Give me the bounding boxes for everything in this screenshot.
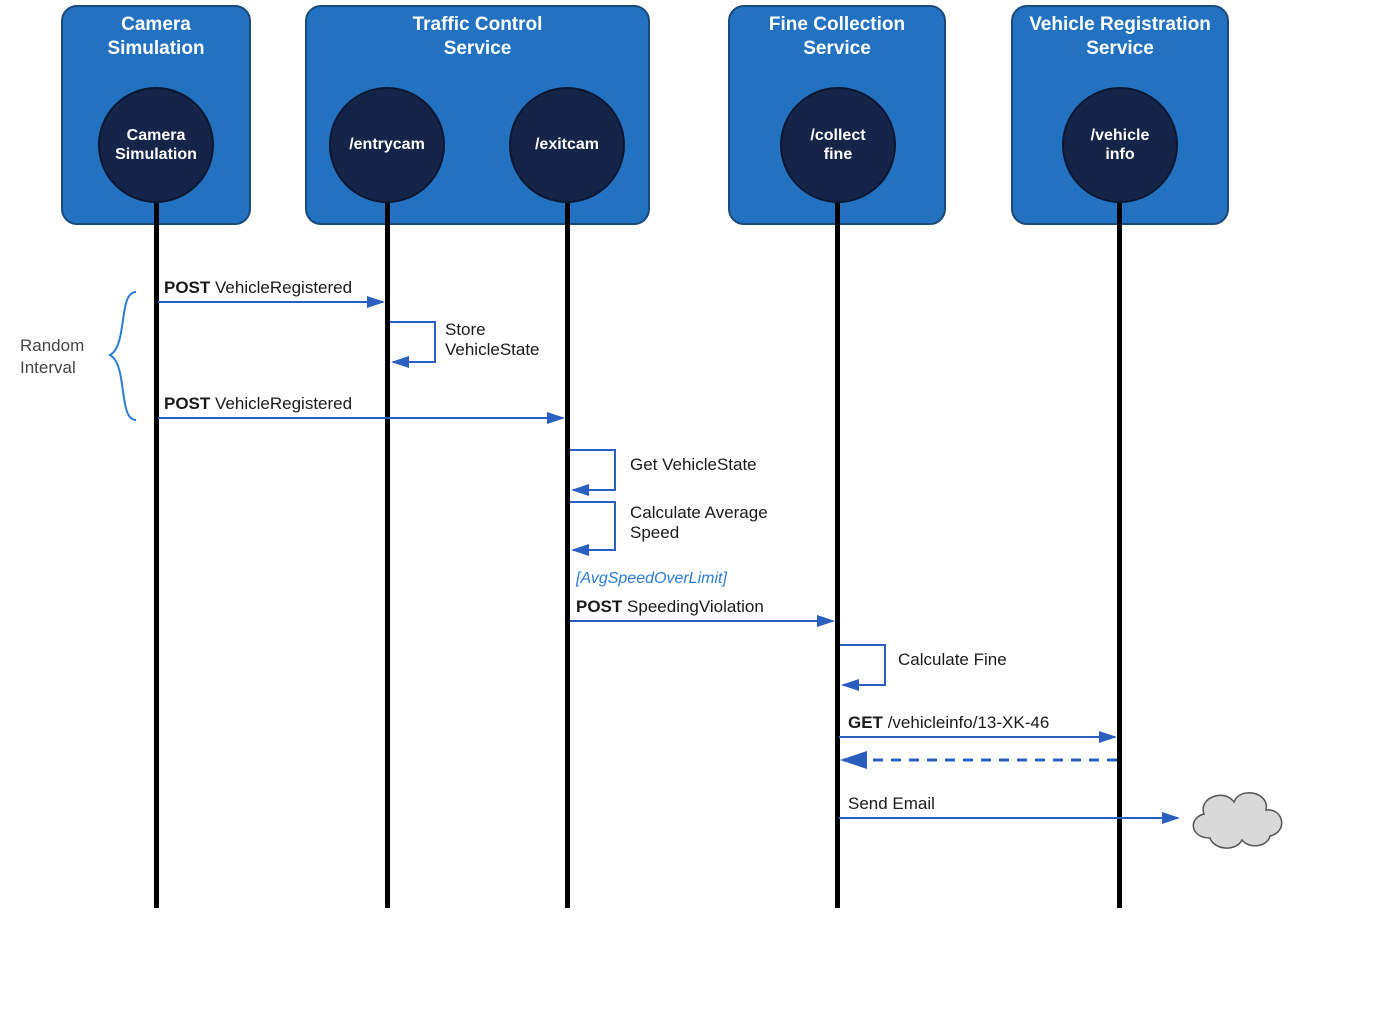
lifeline-entrycam — [385, 203, 390, 908]
sequence-diagram: CameraSimulation CameraSimulation Traffi… — [0, 0, 1397, 1019]
note-random-interval: RandomInterval — [20, 335, 84, 379]
lifeline-exitcam — [565, 203, 570, 908]
msg-post-vehicle-registered-1: POST VehicleRegistered — [164, 278, 352, 298]
msg-post-speeding-violation: POST SpeedingViolation — [576, 597, 764, 617]
endpoint-entrycam: /entrycam — [329, 87, 445, 203]
service-title: Traffic ControlService — [307, 7, 648, 61]
brace-random-interval — [96, 290, 140, 425]
endpoint-label: /vehicleinfo — [1091, 126, 1150, 164]
endpoint-label: /entrycam — [349, 135, 425, 154]
msg-get-vehicle-state: Get VehicleState — [630, 455, 757, 475]
msg-get-vehicle-info: GET /vehicleinfo/13-XK-46 — [848, 713, 1049, 733]
service-title: Vehicle RegistrationService — [1013, 7, 1227, 61]
service-title: Fine CollectionService — [730, 7, 944, 61]
msg-calc-avg-speed: Calculate AverageSpeed — [630, 503, 768, 543]
endpoint-vehicleinfo: /vehicleinfo — [1062, 87, 1178, 203]
msg-send-email: Send Email — [848, 794, 935, 814]
endpoint-label: /collectfine — [810, 126, 865, 164]
endpoint-exitcam: /exitcam — [509, 87, 625, 203]
endpoint-collectfine: /collectfine — [780, 87, 896, 203]
service-title: CameraSimulation — [63, 7, 249, 61]
condition-avg-speed-over-limit: [AvgSpeedOverLimit] — [576, 570, 727, 588]
msg-post-vehicle-registered-2: POST VehicleRegistered — [164, 394, 352, 414]
lifeline-collectfine — [835, 203, 840, 908]
endpoint-label: /exitcam — [535, 135, 599, 154]
msg-store-vehicle-state: StoreVehicleState — [445, 320, 540, 360]
msg-calculate-fine: Calculate Fine — [898, 650, 1007, 670]
endpoint-camera-simulation: CameraSimulation — [98, 87, 214, 203]
lifeline-camera — [154, 203, 159, 908]
cloud-icon — [1180, 780, 1290, 855]
endpoint-label: CameraSimulation — [115, 126, 197, 164]
lifeline-vehicleinfo — [1117, 203, 1122, 908]
